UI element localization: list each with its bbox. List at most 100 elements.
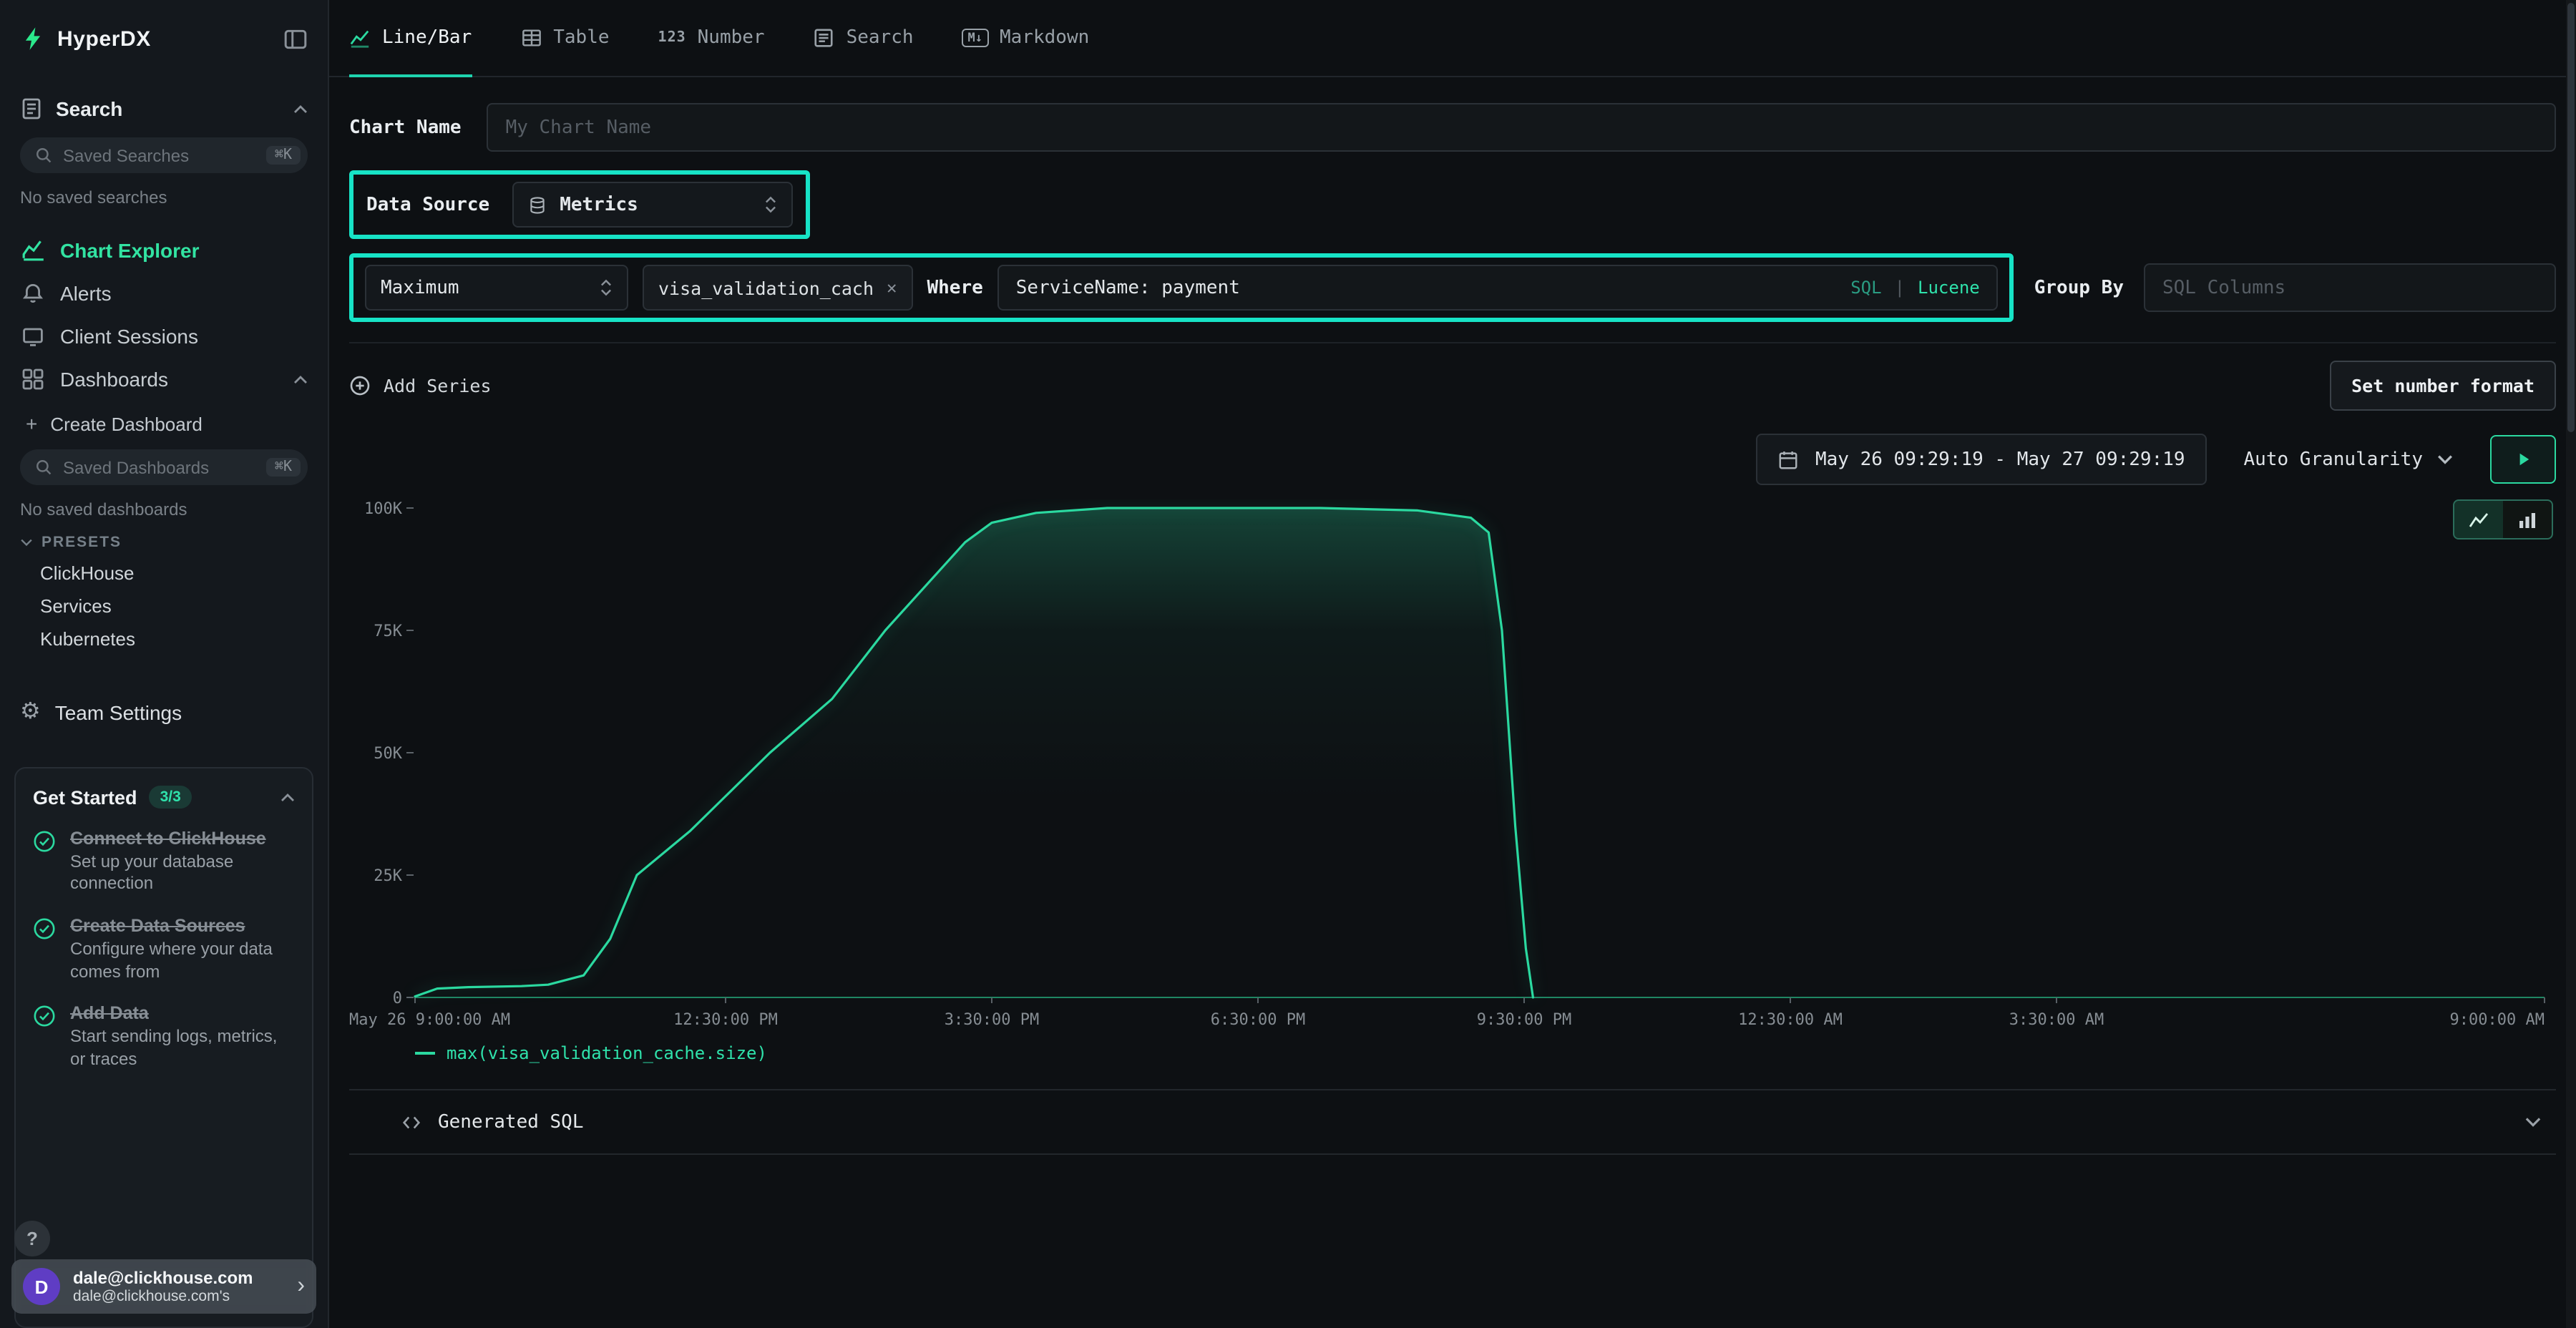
- database-icon: [528, 195, 547, 214]
- granularity-select[interactable]: Auto Granularity: [2227, 434, 2470, 485]
- number-icon: 123: [658, 30, 686, 46]
- sidebar-item-chart-explorer[interactable]: Chart Explorer: [0, 228, 328, 272]
- no-saved-searches-text: No saved searches: [20, 187, 308, 208]
- saved-searches-input[interactable]: Saved Searches ⌘K: [20, 137, 308, 173]
- markdown-icon: M↓: [962, 29, 989, 47]
- chart-legend: max(visa_validation_cache.size): [415, 1043, 2556, 1063]
- help-button[interactable]: ?: [14, 1221, 50, 1256]
- svg-text:75K: 75K: [374, 622, 402, 640]
- tab-search[interactable]: Search: [814, 0, 914, 77]
- scrollbar[interactable]: [2566, 0, 2576, 1328]
- get-started-item[interactable]: Add Data Start sending logs, metrics, or…: [33, 1002, 295, 1070]
- get-started-item[interactable]: Connect to ClickHouse Set up your databa…: [33, 827, 295, 896]
- logo-row: HyperDX: [0, 20, 328, 52]
- svg-text:3:30:00 AM: 3:30:00 AM: [2009, 1011, 2104, 1029]
- saved-dashboards-input[interactable]: Saved Dashboards ⌘K: [20, 449, 308, 485]
- chevron-up-icon[interactable]: [293, 104, 308, 114]
- get-started-item-title: Create Data Sources: [70, 914, 285, 939]
- set-number-format-button[interactable]: Set number format: [2330, 361, 2556, 411]
- tab-label: Markdown: [1000, 27, 1089, 49]
- sql-toggle[interactable]: SQL: [1850, 278, 1881, 298]
- preset-kubernetes[interactable]: Kubernetes: [0, 622, 328, 655]
- get-started-item[interactable]: Create Data Sources Configure where your…: [33, 914, 295, 983]
- scrollbar-thumb[interactable]: [2567, 3, 2575, 432]
- search-section-header[interactable]: Search: [0, 83, 328, 132]
- tab-line-bar[interactable]: Line/Bar: [349, 0, 472, 77]
- where-input[interactable]: ServiceName: payment SQL | Lucene: [997, 265, 1999, 311]
- get-started-title: Get Started: [33, 786, 137, 808]
- tab-table[interactable]: Table: [520, 0, 609, 77]
- series-actions-row: Add Series Set number format: [349, 342, 2556, 411]
- app-root: HyperDX Search Saved Searches ⌘K No save…: [0, 0, 2576, 1328]
- sidebar-item-client-sessions[interactable]: Client Sessions: [0, 315, 328, 358]
- sidebar: HyperDX Search Saved Searches ⌘K No save…: [0, 0, 329, 1328]
- preset-services[interactable]: Services: [0, 590, 328, 622]
- svg-text:6:30:00 PM: 6:30:00 PM: [1211, 1011, 1305, 1029]
- chevron-up-icon[interactable]: [293, 374, 308, 384]
- sidebar-item-team-settings[interactable]: ⚙ Team Settings: [0, 690, 328, 736]
- highlight-box-series: Maximum visa_validation_cach ✕ Where Ser…: [349, 253, 2014, 322]
- svg-text:3:30:00 PM: 3:30:00 PM: [945, 1011, 1039, 1029]
- team-settings-label: Team Settings: [55, 701, 182, 724]
- line-chart-icon[interactable]: [2454, 501, 2503, 538]
- chart-name-input[interactable]: [487, 103, 2556, 152]
- sidebar-collapse-icon[interactable]: [283, 26, 308, 51]
- user-menu[interactable]: D dale@clickhouse.com dale@clickhouse.co…: [11, 1259, 316, 1314]
- sidebar-item-alerts[interactable]: Alerts: [0, 272, 328, 315]
- generated-sql-toggle[interactable]: Generated SQL: [349, 1089, 2556, 1155]
- bell-icon: [20, 282, 46, 305]
- lucene-toggle[interactable]: Lucene: [1918, 278, 1980, 298]
- line-chart-plot[interactable]: 025K50K75K100KMay 26 9:00:00 AM12:30:00 …: [349, 499, 2556, 1040]
- presets-header[interactable]: PRESETS: [0, 519, 328, 557]
- monitor-icon: [20, 325, 46, 348]
- search-icon: [34, 458, 53, 477]
- svg-text:50K: 50K: [374, 745, 402, 763]
- metric-chip[interactable]: visa_validation_cach ✕: [643, 265, 913, 311]
- tab-number[interactable]: 123 Number: [658, 0, 765, 77]
- bar-chart-icon[interactable]: [2503, 501, 2552, 538]
- dashboards-grid-icon: [20, 368, 46, 391]
- search-icon: [34, 146, 53, 165]
- chevron-down-icon[interactable]: [2524, 1116, 2542, 1128]
- saved-dashboards-placeholder: Saved Dashboards: [63, 457, 256, 477]
- aggregation-value: Maximum: [381, 277, 459, 298]
- code-icon: [401, 1111, 422, 1133]
- data-source-value: Metrics: [560, 194, 638, 215]
- get-started-header[interactable]: Get Started 3/3: [33, 786, 295, 809]
- remove-metric-icon[interactable]: ✕: [887, 278, 897, 298]
- sidebar-nav: Chart Explorer Alerts Client Sessions Da…: [0, 228, 328, 401]
- group-by-label: Group By: [2034, 277, 2124, 298]
- chevron-up-icon[interactable]: [280, 792, 295, 802]
- check-circle-icon: [33, 830, 56, 896]
- aggregation-select[interactable]: Maximum: [365, 265, 628, 311]
- chevron-down-icon: [2437, 454, 2453, 465]
- legend-label: max(visa_validation_cache.size): [447, 1043, 767, 1063]
- search-section-icon: [20, 97, 43, 120]
- get-started-item-subtitle: Start sending logs, metrics, or traces: [70, 1026, 285, 1070]
- preset-clickhouse[interactable]: ClickHouse: [0, 557, 328, 590]
- run-query-button[interactable]: [2490, 435, 2556, 484]
- date-range-picker[interactable]: May 26 09:29:19 - May 27 09:29:19: [1757, 434, 2207, 485]
- data-source-select[interactable]: Metrics: [512, 182, 793, 228]
- add-series-button[interactable]: Add Series: [349, 375, 492, 396]
- create-dashboard-button[interactable]: + Create Dashboard: [0, 401, 328, 444]
- get-started-item-subtitle: Configure where your data comes from: [70, 939, 285, 983]
- svg-text:May 26 9:00:00 AM: May 26 9:00:00 AM: [349, 1011, 510, 1029]
- granularity-value: Auto Granularity: [2244, 449, 2423, 470]
- sidebar-item-label: Chart Explorer: [60, 238, 200, 261]
- series-row: Maximum visa_validation_cach ✕ Where Ser…: [349, 253, 2556, 322]
- group-by-input[interactable]: [2144, 263, 2556, 312]
- chart-type-toggle[interactable]: [2453, 499, 2553, 540]
- kbd-shortcut: ⌘K: [266, 146, 301, 165]
- chart-type-tabs: Line/Bar Table 123 Number Search M↓ Mark…: [329, 0, 2576, 77]
- line-chart-icon: [349, 27, 371, 49]
- tab-markdown[interactable]: M↓ Markdown: [962, 0, 1090, 77]
- chart-controls-row: May 26 09:29:19 - May 27 09:29:19 Auto G…: [349, 434, 2556, 485]
- date-range-value: May 26 09:29:19 - May 27 09:29:19: [1815, 449, 2185, 470]
- select-caret-icon: [600, 278, 613, 298]
- sidebar-item-dashboards[interactable]: Dashboards: [0, 358, 328, 401]
- query-language-toggle: SQL | Lucene: [1850, 278, 1980, 298]
- svg-text:12:30:00 PM: 12:30:00 PM: [673, 1011, 778, 1029]
- get-started-card: Get Started 3/3 Connect to ClickHouse Se…: [14, 767, 313, 1328]
- tab-label: Line/Bar: [382, 27, 472, 49]
